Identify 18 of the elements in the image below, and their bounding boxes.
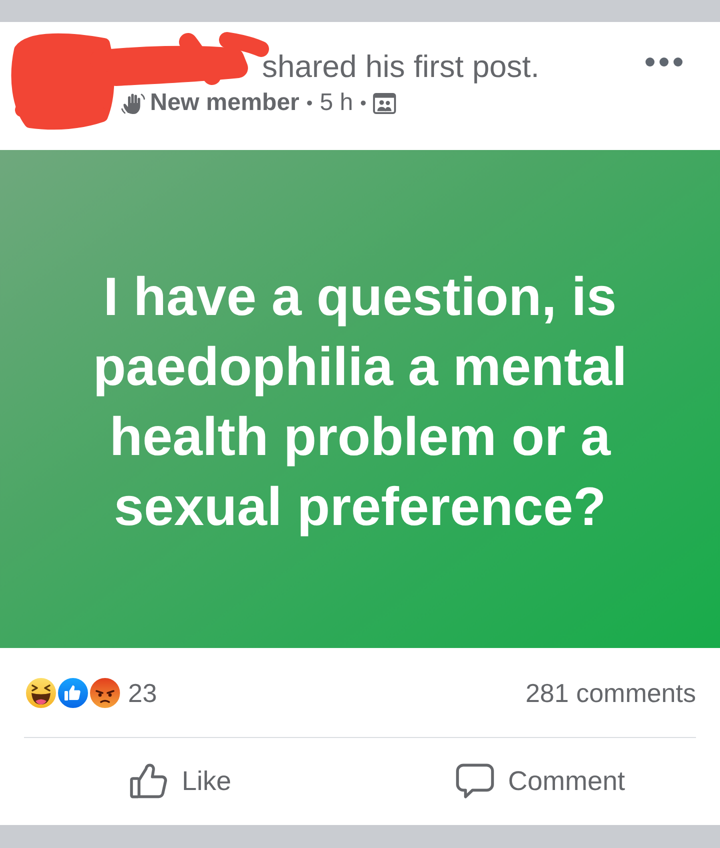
angry-face-icon xyxy=(88,676,122,710)
like-button[interactable]: Like xyxy=(0,738,360,824)
people-icon xyxy=(373,92,396,114)
speech-bubble-icon xyxy=(454,761,495,801)
thumbs-up-icon xyxy=(128,761,169,801)
thumbs-up-icon xyxy=(56,676,90,710)
comment-count[interactable]: 281 comments xyxy=(525,678,696,708)
laughing-face-icon xyxy=(24,676,58,710)
post-time[interactable]: 5 h xyxy=(320,86,354,120)
hand-icon xyxy=(120,91,146,115)
dot-separator: • xyxy=(360,92,366,115)
more-options-icon[interactable] xyxy=(645,57,683,67)
post-action-text: shared his first post. xyxy=(262,50,540,84)
dot-separator: • xyxy=(306,92,313,115)
post-text: I have a question, is paedophilia a mental health problem or a sexual preference? xyxy=(92,266,628,539)
reaction-count[interactable]: 23 xyxy=(128,678,157,708)
comment-button[interactable]: Comment xyxy=(360,738,720,824)
member-badge-text: New member xyxy=(150,88,300,118)
